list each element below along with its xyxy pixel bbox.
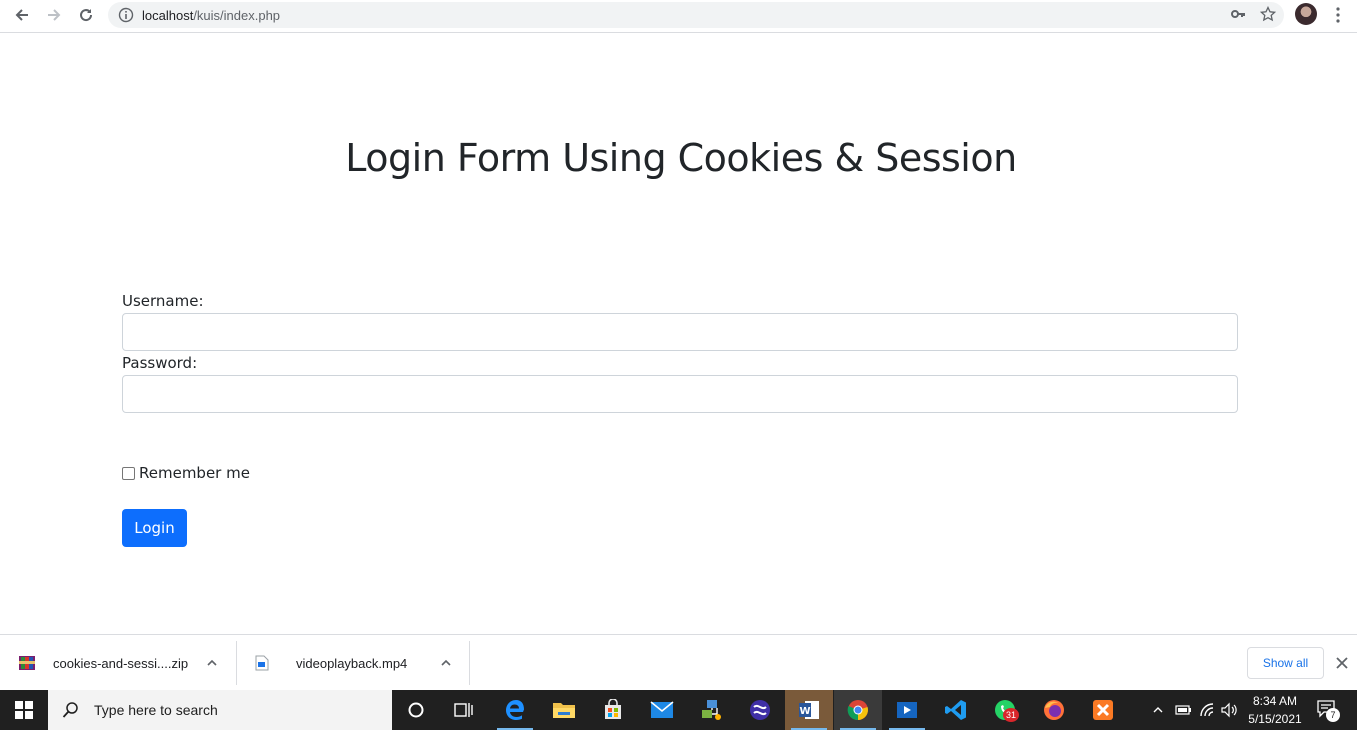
password-label: Password: — [122, 354, 198, 372]
edge-icon[interactable] — [491, 690, 539, 730]
browser-toolbar: localhost/kuis/index.php — [0, 0, 1357, 33]
taskbar-search-box[interactable]: Type here to search — [48, 690, 392, 730]
windows-logo-icon — [15, 701, 33, 719]
video-file-icon — [255, 655, 269, 671]
clock-date: 5/15/2021 — [1248, 712, 1302, 726]
reload-icon — [80, 9, 93, 22]
username-input[interactable] — [122, 313, 1238, 351]
address-bar[interactable]: localhost/kuis/index.php — [108, 2, 1284, 28]
cortana-icon[interactable] — [392, 690, 440, 730]
key-icon[interactable] — [1230, 6, 1246, 22]
forward-button[interactable] — [38, 1, 70, 29]
notification-badge: 7 — [1326, 708, 1340, 722]
search-placeholder: Type here to search — [94, 702, 218, 718]
remember-me-row[interactable]: Remember me — [122, 464, 250, 482]
wifi-icon[interactable] — [1199, 702, 1217, 718]
download-item[interactable]: cookies-and-sessi....zip — [18, 641, 188, 685]
action-center-button[interactable]: 7 — [1316, 698, 1340, 722]
download-filename: videoplayback.mp4 — [296, 655, 408, 671]
remember-me-label[interactable]: Remember me — [139, 464, 250, 482]
firefox-icon[interactable] — [1030, 690, 1078, 730]
store-icon[interactable] — [589, 690, 637, 730]
profile-avatar[interactable] — [1295, 3, 1317, 25]
divider — [236, 641, 237, 685]
chrome-icon[interactable] — [834, 690, 882, 730]
whatsapp-icon[interactable]: 31 — [981, 690, 1029, 730]
download-shelf: cookies-and-sessi....zip videoplayback.m… — [0, 634, 1357, 690]
winrar-archive-icon — [19, 656, 35, 670]
chevron-up-icon[interactable] — [206, 657, 218, 669]
login-button[interactable]: Login — [122, 509, 187, 547]
username-label: Username: — [122, 292, 204, 310]
menu-dots-icon[interactable] — [1331, 6, 1345, 24]
media-player-icon[interactable] — [883, 690, 931, 730]
battery-icon[interactable] — [1174, 703, 1192, 717]
chevron-up-icon[interactable] — [1152, 704, 1164, 716]
password-input[interactable] — [122, 375, 1238, 413]
search-icon — [62, 702, 78, 718]
network-app-icon[interactable] — [687, 690, 735, 730]
whatsapp-badge: 31 — [1003, 708, 1019, 722]
info-icon[interactable] — [118, 7, 134, 23]
file-explorer-icon[interactable] — [540, 690, 588, 730]
volume-icon[interactable] — [1220, 702, 1238, 718]
remember-me-checkbox[interactable] — [122, 466, 135, 480]
download-item[interactable]: videoplayback.mp4 — [255, 641, 407, 685]
windows-taskbar: Type here to search W 31 8:34 AM 5/15/20… — [0, 690, 1357, 730]
app-icon[interactable] — [736, 690, 784, 730]
vscode-icon[interactable] — [932, 690, 980, 730]
clock-time: 8:34 AM — [1252, 694, 1298, 708]
reload-button[interactable] — [70, 1, 102, 29]
task-view-icon[interactable] — [440, 690, 488, 730]
back-arrow-icon — [15, 9, 28, 21]
show-all-button[interactable]: Show all — [1247, 647, 1324, 679]
xampp-icon[interactable] — [1079, 690, 1127, 730]
divider — [469, 641, 470, 685]
forward-arrow-icon — [48, 9, 61, 21]
url-text: localhost/kuis/index.php — [142, 7, 281, 23]
start-button[interactable] — [0, 690, 48, 730]
mail-icon[interactable] — [638, 690, 686, 730]
bookmark-star-icon[interactable] — [1260, 6, 1276, 22]
download-filename: cookies-and-sessi....zip — [53, 655, 189, 671]
svg-text:W: W — [799, 706, 810, 717]
back-button[interactable] — [6, 1, 38, 29]
chevron-up-icon[interactable] — [440, 657, 452, 669]
word-icon[interactable]: W — [785, 690, 833, 730]
close-icon[interactable] — [1335, 656, 1349, 670]
page-title: Login Form Using Cookies & Session — [345, 136, 1017, 180]
system-clock[interactable]: 8:34 AM 5/15/2021 — [1240, 692, 1310, 728]
